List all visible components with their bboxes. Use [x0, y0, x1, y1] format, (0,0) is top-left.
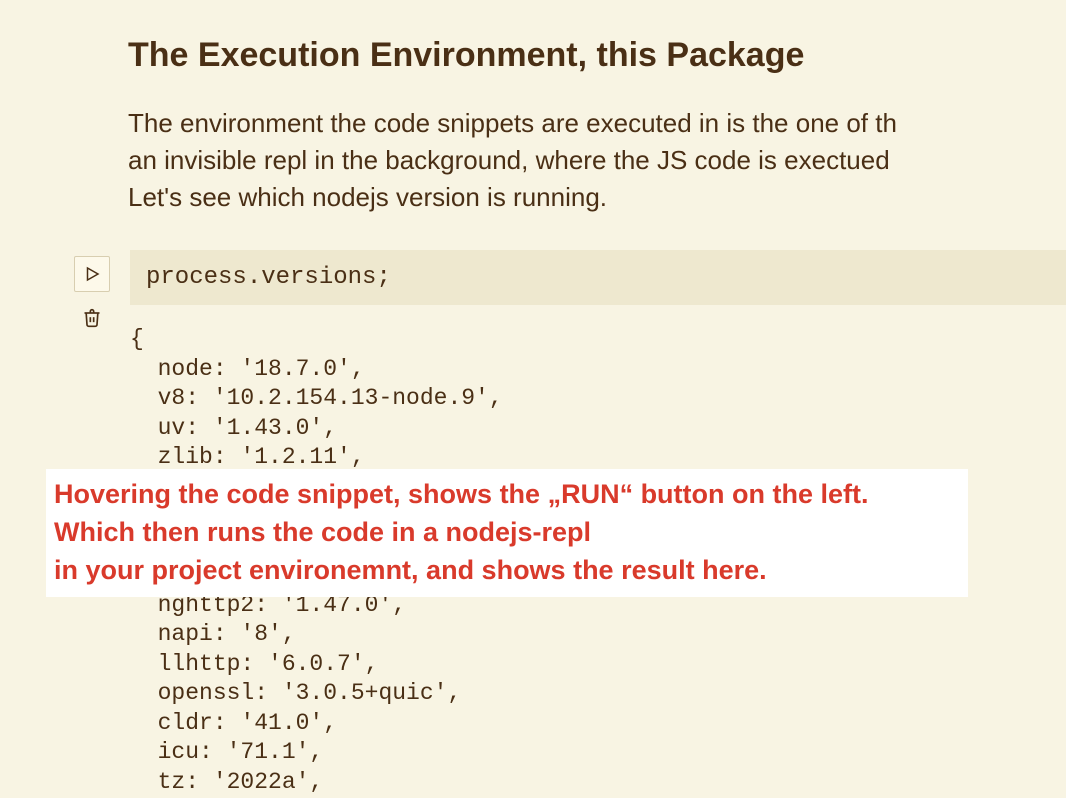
output-line: cldr: '41.0',: [130, 710, 337, 736]
code-input[interactable]: process.versions;: [130, 250, 1066, 305]
page-title: The Execution Environment, this Package: [128, 36, 1066, 75]
page: The Execution Environment, this Package …: [0, 0, 1066, 797]
trash-icon: [82, 308, 102, 328]
output-line: tz: '2022a',: [130, 769, 323, 795]
output-line: napi: '8',: [130, 621, 296, 647]
output-brace-open: {: [130, 326, 144, 352]
intro-line-2: an invisible repl in the background, whe…: [128, 145, 890, 175]
cell-gutter: [74, 256, 110, 336]
output-line: v8: '10.2.154.13-node.9',: [130, 385, 503, 411]
annotation-callout: Hovering the code snippet, shows the „RU…: [46, 469, 968, 597]
play-icon: [83, 265, 101, 283]
callout-line-2: Which then runs the code in a nodejs-rep…: [54, 513, 960, 551]
intro-line-1: The environment the code snippets are ex…: [128, 108, 897, 138]
output-line: node: '18.7.0',: [130, 356, 365, 382]
intro-paragraph: The environment the code snippets are ex…: [128, 105, 1066, 216]
output-line: openssl: '3.0.5+quic',: [130, 680, 461, 706]
run-button[interactable]: [74, 256, 110, 292]
output-line: uv: '1.43.0',: [130, 415, 337, 441]
intro-line-3: Let's see which nodejs version is runnin…: [128, 182, 607, 212]
output-line: icu: '71.1',: [130, 739, 323, 765]
callout-line-3: in your project environemnt, and shows t…: [54, 551, 960, 589]
delete-button[interactable]: [74, 300, 110, 336]
output-line: llhttp: '6.0.7',: [130, 651, 378, 677]
output-line: zlib: '1.2.11',: [130, 444, 365, 470]
callout-line-1: Hovering the code snippet, shows the „RU…: [54, 475, 960, 513]
